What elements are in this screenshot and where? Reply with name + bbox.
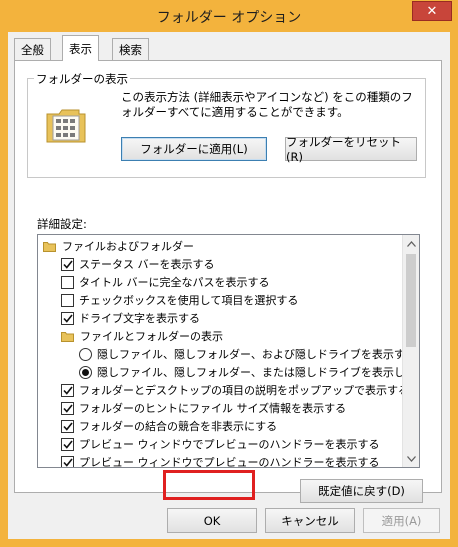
settings-item-label: ドライブ文字を表示する: [79, 312, 200, 325]
settings-item-label: プレビュー ウィンドウでプレビューのハンドラーを表示する: [79, 456, 380, 468]
settings-group-item: ファイルおよびフォルダー: [43, 237, 194, 255]
restore-defaults-button[interactable]: 既定値に戻す(D): [300, 479, 423, 503]
scroll-up-icon[interactable]: [403, 235, 419, 252]
tab-search[interactable]: 検索: [112, 38, 149, 60]
button-label: OK: [203, 513, 221, 528]
settings-checkbox-item[interactable]: プレビュー ウィンドウでプレビューのハンドラーを表示する: [61, 453, 380, 468]
settings-item-label: フォルダーの結合の競合を非表示にする: [79, 420, 278, 433]
checkbox-checked-icon[interactable]: [61, 257, 74, 271]
settings-checkbox-item[interactable]: フォルダーの結合の競合を非表示にする: [61, 417, 277, 435]
checkbox-checked-icon[interactable]: [61, 311, 74, 325]
advanced-settings-list[interactable]: ファイルおよびフォルダーステータス バーを表示するタイトル バーに完全なパスを表…: [37, 234, 420, 468]
settings-checkbox-item[interactable]: ドライブ文字を表示する: [61, 309, 200, 327]
settings-item-label: フォルダーのヒントにファイル サイズ情報を表示する: [79, 402, 347, 415]
checkbox-checked-icon[interactable]: [61, 383, 74, 397]
window-title: フォルダー オプション: [156, 10, 302, 26]
apply-button[interactable]: 適用(A): [363, 508, 440, 533]
button-label: 既定値に戻す(D): [318, 484, 405, 498]
settings-item-label: フォルダーとデスクトップの項目の説明をポップアップで表示する: [79, 384, 409, 397]
settings-checkbox-item[interactable]: ステータス バーを表示する: [61, 255, 215, 273]
view-tab-panel: フォルダーの表示 この表示方法 (詳細表示やアイコンなど) をこの種類のフォルダ…: [14, 60, 442, 503]
folder-icon: [61, 331, 74, 342]
tab-label: 表示: [69, 41, 92, 56]
cancel-button[interactable]: キャンセル: [265, 508, 355, 533]
settings-item-label: 隠しファイル、隠しフォルダー、および隠しドライブを表示する: [97, 348, 416, 361]
settings-radio-item[interactable]: 隠しファイル、隠しフォルダー、または隠しドライブを表示しない: [79, 363, 420, 381]
folder-view-legend: フォルダーの表示: [34, 71, 130, 87]
settings-checkbox-item[interactable]: プレビュー ウィンドウでプレビューのハンドラーを表示する: [61, 435, 380, 453]
settings-item-label: タイトル バーに完全なパスを表示する: [79, 276, 270, 289]
ok-button-highlight-box: [163, 470, 255, 500]
settings-group-item: ファイルとフォルダーの表示: [61, 327, 223, 345]
settings-item-label: 隠しファイル、隠しフォルダー、または隠しドライブを表示しない: [97, 366, 420, 379]
folder-icon: [43, 241, 56, 252]
settings-item-label: ファイルとフォルダーの表示: [80, 330, 223, 343]
scrollbar-thumb[interactable]: [406, 254, 416, 347]
settings-item-label: チェックボックスを使用して項目を選択する: [79, 294, 299, 307]
folder-view-description: この表示方法 (詳細表示やアイコンなど) をこの種類のフォルダーすべてに適用する…: [121, 90, 413, 119]
checkbox-checked-icon[interactable]: [61, 455, 74, 467]
settings-item-label: プレビュー ウィンドウでプレビューのハンドラーを表示する: [79, 438, 380, 451]
radio-selected-icon[interactable]: [79, 365, 92, 379]
title-bar[interactable]: フォルダー オプション ✕: [0, 0, 458, 32]
tab-general[interactable]: 全般: [14, 38, 51, 60]
checkbox-checked-icon[interactable]: [61, 419, 74, 433]
scroll-down-icon[interactable]: [403, 450, 419, 467]
button-label: 適用(A): [381, 513, 422, 528]
settings-checkbox-item[interactable]: チェックボックスを使用して項目を選択する: [61, 291, 298, 309]
checkbox-checked-icon[interactable]: [61, 437, 74, 451]
dialog-body: 全般 表示 検索 フォルダーの表示 この表示方法 (詳細表示やアイコンなど) を…: [8, 32, 450, 539]
checkbox-unchecked-icon[interactable]: [61, 293, 74, 307]
checkbox-checked-icon[interactable]: [61, 401, 74, 415]
ok-button[interactable]: OK: [167, 508, 257, 533]
tab-label: 全般: [21, 42, 44, 57]
settings-item-label: ファイルおよびフォルダー: [62, 240, 194, 253]
close-button[interactable]: ✕: [412, 1, 452, 21]
advanced-settings-label: 詳細設定:: [37, 217, 87, 231]
checkbox-unchecked-icon[interactable]: [61, 275, 74, 289]
folder-options-window: フォルダー オプション ✕ 全般 表示 検索 フォルダーの表示 この表示方法 (…: [0, 0, 458, 547]
button-label: フォルダーをリセット(R): [286, 135, 401, 164]
settings-item-label: ステータス バーを表示する: [79, 258, 215, 271]
button-label: キャンセル: [281, 513, 339, 528]
vertical-scrollbar[interactable]: [402, 235, 419, 467]
apply-to-folders-button[interactable]: フォルダーに適用(L): [121, 137, 267, 161]
radio-unselected-icon[interactable]: [79, 347, 92, 361]
folder-view-icon: [46, 109, 86, 143]
reset-folders-button[interactable]: フォルダーをリセット(R): [285, 135, 417, 164]
settings-checkbox-item[interactable]: フォルダーとデスクトップの項目の説明をポップアップで表示する: [61, 381, 409, 399]
tab-label: 検索: [119, 42, 142, 57]
settings-checkbox-item[interactable]: フォルダーのヒントにファイル サイズ情報を表示する: [61, 399, 346, 417]
settings-checkbox-item[interactable]: タイトル バーに完全なパスを表示する: [61, 273, 270, 291]
settings-radio-item[interactable]: 隠しファイル、隠しフォルダー、および隠しドライブを表示する: [79, 345, 416, 363]
close-icon: ✕: [426, 3, 438, 19]
tab-view[interactable]: 表示: [62, 35, 99, 61]
button-label: フォルダーに適用(L): [140, 142, 248, 156]
folder-view-group: フォルダーの表示 この表示方法 (詳細表示やアイコンなど) をこの種類のフォルダ…: [27, 71, 426, 178]
